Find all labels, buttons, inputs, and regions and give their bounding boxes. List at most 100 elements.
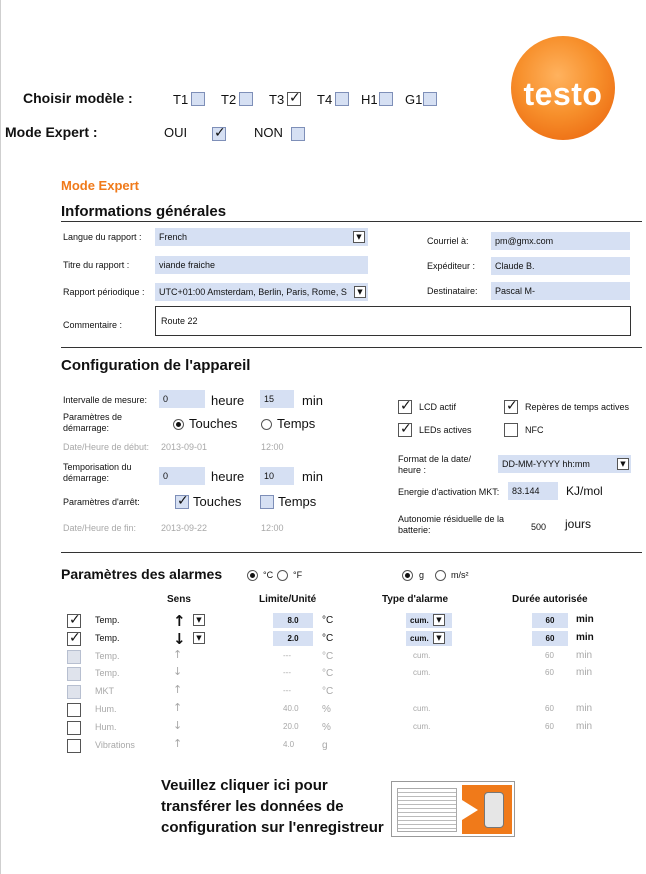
- chevron-down-icon[interactable]: ▼: [617, 458, 629, 470]
- alarm-type-select[interactable]: cum.: [406, 631, 452, 646]
- duration-unit: min: [576, 721, 593, 732]
- col-duree-header: Durée autorisée: [512, 594, 588, 605]
- duration-input[interactable]: 60: [532, 631, 568, 646]
- chevron-down-icon[interactable]: ▼: [353, 231, 365, 243]
- limit-value: ---: [283, 686, 291, 695]
- mkt-input[interactable]: 83.144: [508, 482, 558, 500]
- duration-unit: min: [576, 614, 594, 625]
- intervalle-label: Intervalle de mesure:: [63, 395, 148, 405]
- model-checkbox-g1[interactable]: [423, 92, 437, 106]
- format-label: Format de la date/ heure :: [398, 454, 472, 475]
- chevron-down-icon[interactable]: ▼: [193, 632, 205, 644]
- fin-time: 12:00: [261, 523, 284, 533]
- alarm-checkbox[interactable]: [67, 630, 81, 646]
- model-label-t1: T1: [173, 92, 189, 107]
- intervalle-hours-input[interactable]: 0: [159, 390, 205, 408]
- alarm-checkbox[interactable]: [67, 612, 81, 628]
- langue-select[interactable]: French: [155, 228, 368, 246]
- periodique-select[interactable]: UTC+01:00 Amsterdam, Berlin, Paris, Rome…: [155, 283, 368, 301]
- chevron-down-icon[interactable]: ▼: [193, 614, 205, 626]
- expediteur-input[interactable]: Claude B.: [491, 257, 630, 275]
- unit-fahrenheit-radio[interactable]: [277, 570, 288, 581]
- model-checkbox-t2[interactable]: [239, 92, 253, 106]
- format-select[interactable]: DD-MM-YYYY hh:mm: [498, 455, 631, 473]
- chevron-down-icon[interactable]: ▼: [433, 632, 445, 644]
- unit-celsius-radio[interactable]: [247, 570, 258, 581]
- duration-input[interactable]: 60: [532, 613, 568, 628]
- model-checkbox-t3[interactable]: [287, 90, 301, 106]
- chevron-down-icon[interactable]: ▼: [354, 286, 366, 298]
- testo-logo-text: testo: [523, 76, 603, 112]
- limit-input[interactable]: 2.0: [273, 631, 313, 646]
- transfer-line: Veuillez cliquer ici pour: [161, 777, 328, 794]
- transfer-text[interactable]: Veuillez cliquer ici pour transférer les…: [161, 775, 384, 838]
- model-checkbox-t1[interactable]: [191, 92, 205, 106]
- lcd-checkbox[interactable]: [398, 398, 412, 414]
- stop-temps-label: Temps: [278, 494, 317, 509]
- form-page: Choisir modèle : T1 T2 T3 T4 H1 G1 Mode Exper…: [0, 0, 646, 874]
- tempo-label: Temporisation du démarrage:: [63, 462, 132, 483]
- leds-checkbox[interactable]: [398, 421, 412, 437]
- nfc-checkbox[interactable]: [504, 423, 518, 437]
- alarms-heading: Paramètres des alarmes: [61, 566, 223, 582]
- min-label: min: [302, 469, 323, 484]
- min-label: min: [302, 393, 323, 408]
- heure-label: heure: [211, 393, 245, 408]
- limit-value: 40.0: [283, 704, 299, 713]
- stop-touches-checkbox[interactable]: [175, 493, 189, 509]
- duration-unit: min: [576, 667, 593, 678]
- stop-temps-checkbox[interactable]: [260, 495, 274, 509]
- start-temps-radio[interactable]: [261, 419, 272, 430]
- model-label-t3: T3: [269, 92, 285, 107]
- duration-unit: min: [576, 703, 593, 714]
- unit-celsius-label: °C: [263, 570, 274, 580]
- alarm-checkbox[interactable]: [67, 703, 81, 717]
- chevron-down-icon[interactable]: ▼: [433, 614, 445, 626]
- destinataire-input[interactable]: Pascal M-: [491, 282, 630, 300]
- oui-label: OUI: [164, 125, 188, 140]
- transfer-line: configuration sur l'enregistreur: [161, 819, 384, 836]
- alarm-type: cum.: [413, 722, 431, 731]
- alarm-checkbox[interactable]: [67, 685, 81, 699]
- autonomie-label: Autonomie résiduelle de la batterie:: [398, 514, 505, 535]
- limit-value: ---: [283, 651, 291, 660]
- nfc-label: NFC: [525, 425, 544, 435]
- oui-checkbox[interactable]: [212, 125, 226, 141]
- alarm-checkbox[interactable]: [67, 721, 81, 735]
- tempo-minutes-input[interactable]: 10: [260, 467, 294, 485]
- sens-arrow-icon: ↓: [173, 630, 186, 648]
- demarrage-label: Paramètres de démarrage:: [63, 412, 123, 433]
- alarm-name: Temp.: [95, 651, 120, 661]
- courriel-label: Courriel à:: [427, 236, 469, 246]
- commentaire-input[interactable]: Route 22: [155, 306, 631, 336]
- periodique-label: Rapport périodique :: [63, 287, 145, 297]
- model-label-h1: H1: [361, 92, 378, 107]
- alarm-name: MKT: [95, 686, 114, 696]
- reperes-checkbox[interactable]: [504, 398, 518, 414]
- limit-input[interactable]: 8.0: [273, 613, 313, 628]
- tempo-hours-input[interactable]: 0: [159, 467, 205, 485]
- non-checkbox[interactable]: [291, 127, 305, 141]
- model-checkbox-h1[interactable]: [379, 92, 393, 106]
- transfer-button[interactable]: [391, 781, 515, 837]
- alarm-checkbox[interactable]: [67, 739, 81, 753]
- col-limite-header: Limite/Unité: [259, 594, 317, 605]
- model-label: Choisir modèle :: [23, 90, 133, 106]
- intervalle-minutes-input[interactable]: 15: [260, 390, 294, 408]
- debut-date: 2013-09-01: [161, 442, 208, 452]
- unit-ms2-radio[interactable]: [435, 570, 446, 581]
- courriel-input[interactable]: pm@gmx.com: [491, 232, 630, 250]
- col-type-header: Type d'alarme: [382, 594, 449, 605]
- col-sens-header: Sens: [167, 594, 191, 605]
- titre-input[interactable]: viande fraiche: [155, 256, 368, 274]
- unit-g-radio[interactable]: [402, 570, 413, 581]
- alarm-name: Temp.: [95, 615, 120, 625]
- model-checkbox-t4[interactable]: [335, 92, 349, 106]
- alarm-checkbox[interactable]: [67, 667, 81, 681]
- limit-unit: %: [322, 722, 331, 733]
- destinataire-label: Destinataire:: [427, 286, 478, 296]
- sens-arrow-icon: ↑: [173, 612, 186, 630]
- alarm-checkbox[interactable]: [67, 650, 81, 664]
- alarm-type-select[interactable]: cum.: [406, 613, 452, 628]
- start-touches-radio[interactable]: [173, 419, 184, 430]
